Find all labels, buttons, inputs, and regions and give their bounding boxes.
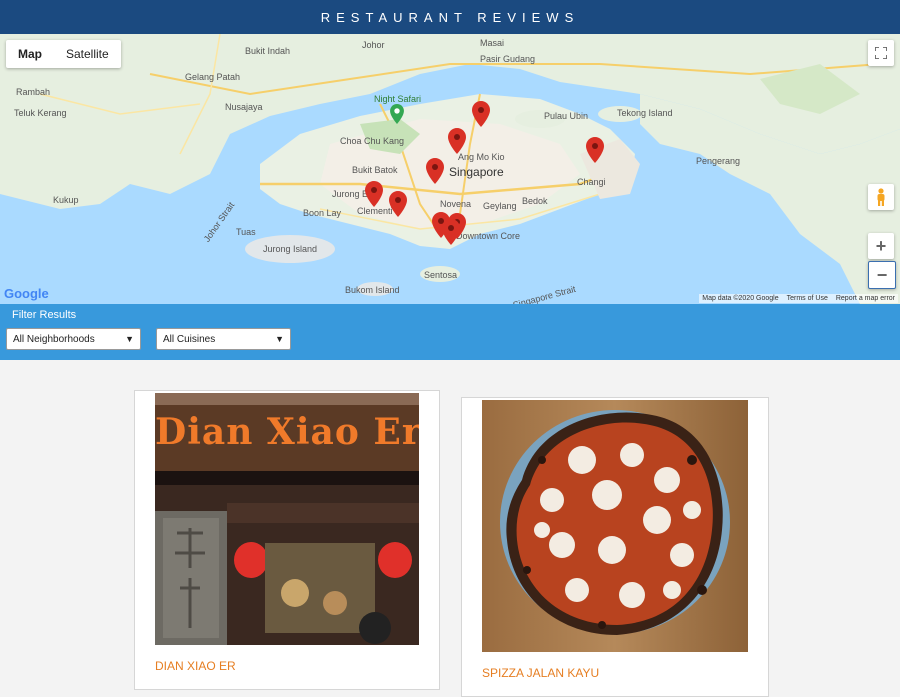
map-label: Sentosa [424, 270, 458, 280]
map-label: Kukup [53, 195, 79, 205]
zoom-in-button[interactable]: + [868, 233, 894, 259]
map-label: Singapore [449, 165, 504, 179]
map-label: Bukit Batok [352, 165, 398, 175]
map-label: Pulau Ubin [544, 111, 589, 121]
restaurant-pin-icon[interactable] [448, 128, 466, 154]
restaurant-pin-icon[interactable] [442, 219, 460, 245]
chevron-down-icon: ▼ [275, 334, 284, 344]
neighborhoods-select[interactable]: All Neighborhoods ▼ [6, 328, 141, 350]
google-logo-text: Google [4, 286, 49, 301]
map-label: Nusajaya [225, 102, 263, 112]
restaurant-name[interactable]: DIAN XIAO ER [155, 659, 236, 673]
map-label: Pasir Gudang [480, 54, 536, 64]
restaurant-card[interactable]: Dian Xiao Er DIAN XIAO ER [134, 390, 440, 690]
restaurant-pin-icon[interactable] [426, 158, 444, 184]
map-label: Bedok [522, 196, 548, 206]
zoom-out-icon: − [876, 264, 888, 285]
map-label: Tekong Island [617, 108, 673, 118]
map-data-text: Map data ©2020 Google [702, 295, 779, 302]
pizza-photo-art [482, 400, 748, 652]
map-label: Geylang [483, 201, 517, 211]
filter-bar: Filter Results All Neighborhoods ▼ All C… [0, 304, 900, 360]
map-label: Night Safari [374, 94, 422, 104]
park-marker-icon [390, 104, 404, 124]
map-type-map-button[interactable]: Map [6, 40, 54, 68]
terms-link[interactable]: Terms of Use [787, 295, 828, 302]
fullscreen-button[interactable] [868, 40, 894, 66]
restaurant-sign-text: Dian Xiao Er [155, 411, 419, 453]
cuisines-select[interactable]: All Cuisines ▼ [156, 328, 291, 350]
restaurant-name[interactable]: SPIZZA JALAN KAYU [482, 666, 599, 680]
cuisines-selected: All Cuisines [163, 333, 216, 345]
map-label: Bukom Island [345, 285, 400, 295]
restaurant-card[interactable]: SPIZZA JALAN KAYU [461, 397, 769, 697]
street-view-button[interactable] [868, 184, 894, 210]
map-label: Changi [577, 177, 606, 187]
map-label: Teluk Kerang [14, 108, 67, 118]
zoom-out-button[interactable]: − [868, 261, 896, 289]
restaurant-photo [482, 400, 748, 652]
neighborhoods-selected: All Neighborhoods [13, 333, 95, 345]
restaurant-pin-icon[interactable] [472, 101, 490, 127]
restaurant-photo: Dian Xiao Er [155, 393, 419, 645]
map-label: Choa Chu Kang [340, 136, 405, 146]
map-label: Gelang Patah [185, 72, 241, 82]
map-attribution: Map data ©2020 Google Terms of Use Repor… [699, 294, 898, 303]
map-label: Masai [480, 38, 505, 48]
map-label: Bukit Indah [245, 46, 291, 56]
map-label: Boon Lay [303, 208, 342, 218]
map[interactable]: Masai Pasir Gudang Johor Bukit Indah Gel… [0, 34, 900, 304]
chevron-down-icon: ▼ [125, 334, 134, 344]
pegman-icon [877, 188, 885, 206]
zoom-in-icon: + [875, 235, 887, 256]
restaurant-pin-icon[interactable] [365, 181, 383, 207]
fullscreen-icon [875, 47, 887, 59]
google-logo: Google [4, 286, 49, 301]
map-type-control: Map Satellite [6, 40, 121, 68]
map-label: Jurong Island [263, 244, 318, 254]
map-label: Clementi [357, 206, 393, 216]
site-title: RESTAURANT REVIEWS [320, 9, 580, 25]
map-label: Rambah [16, 87, 51, 97]
map-type-satellite-button[interactable]: Satellite [54, 40, 121, 68]
report-error-link[interactable]: Report a map error [836, 295, 895, 302]
restaurant-pin-icon[interactable] [586, 137, 604, 163]
map-label: Pengerang [696, 156, 741, 166]
restaurant-pin-icon[interactable] [389, 191, 407, 217]
site-header: RESTAURANT REVIEWS [0, 0, 900, 34]
filter-title: Filter Results [12, 309, 77, 321]
map-label: Johor [362, 40, 385, 50]
map-label: Tuas [236, 227, 256, 237]
map-label: Novena [440, 199, 472, 209]
